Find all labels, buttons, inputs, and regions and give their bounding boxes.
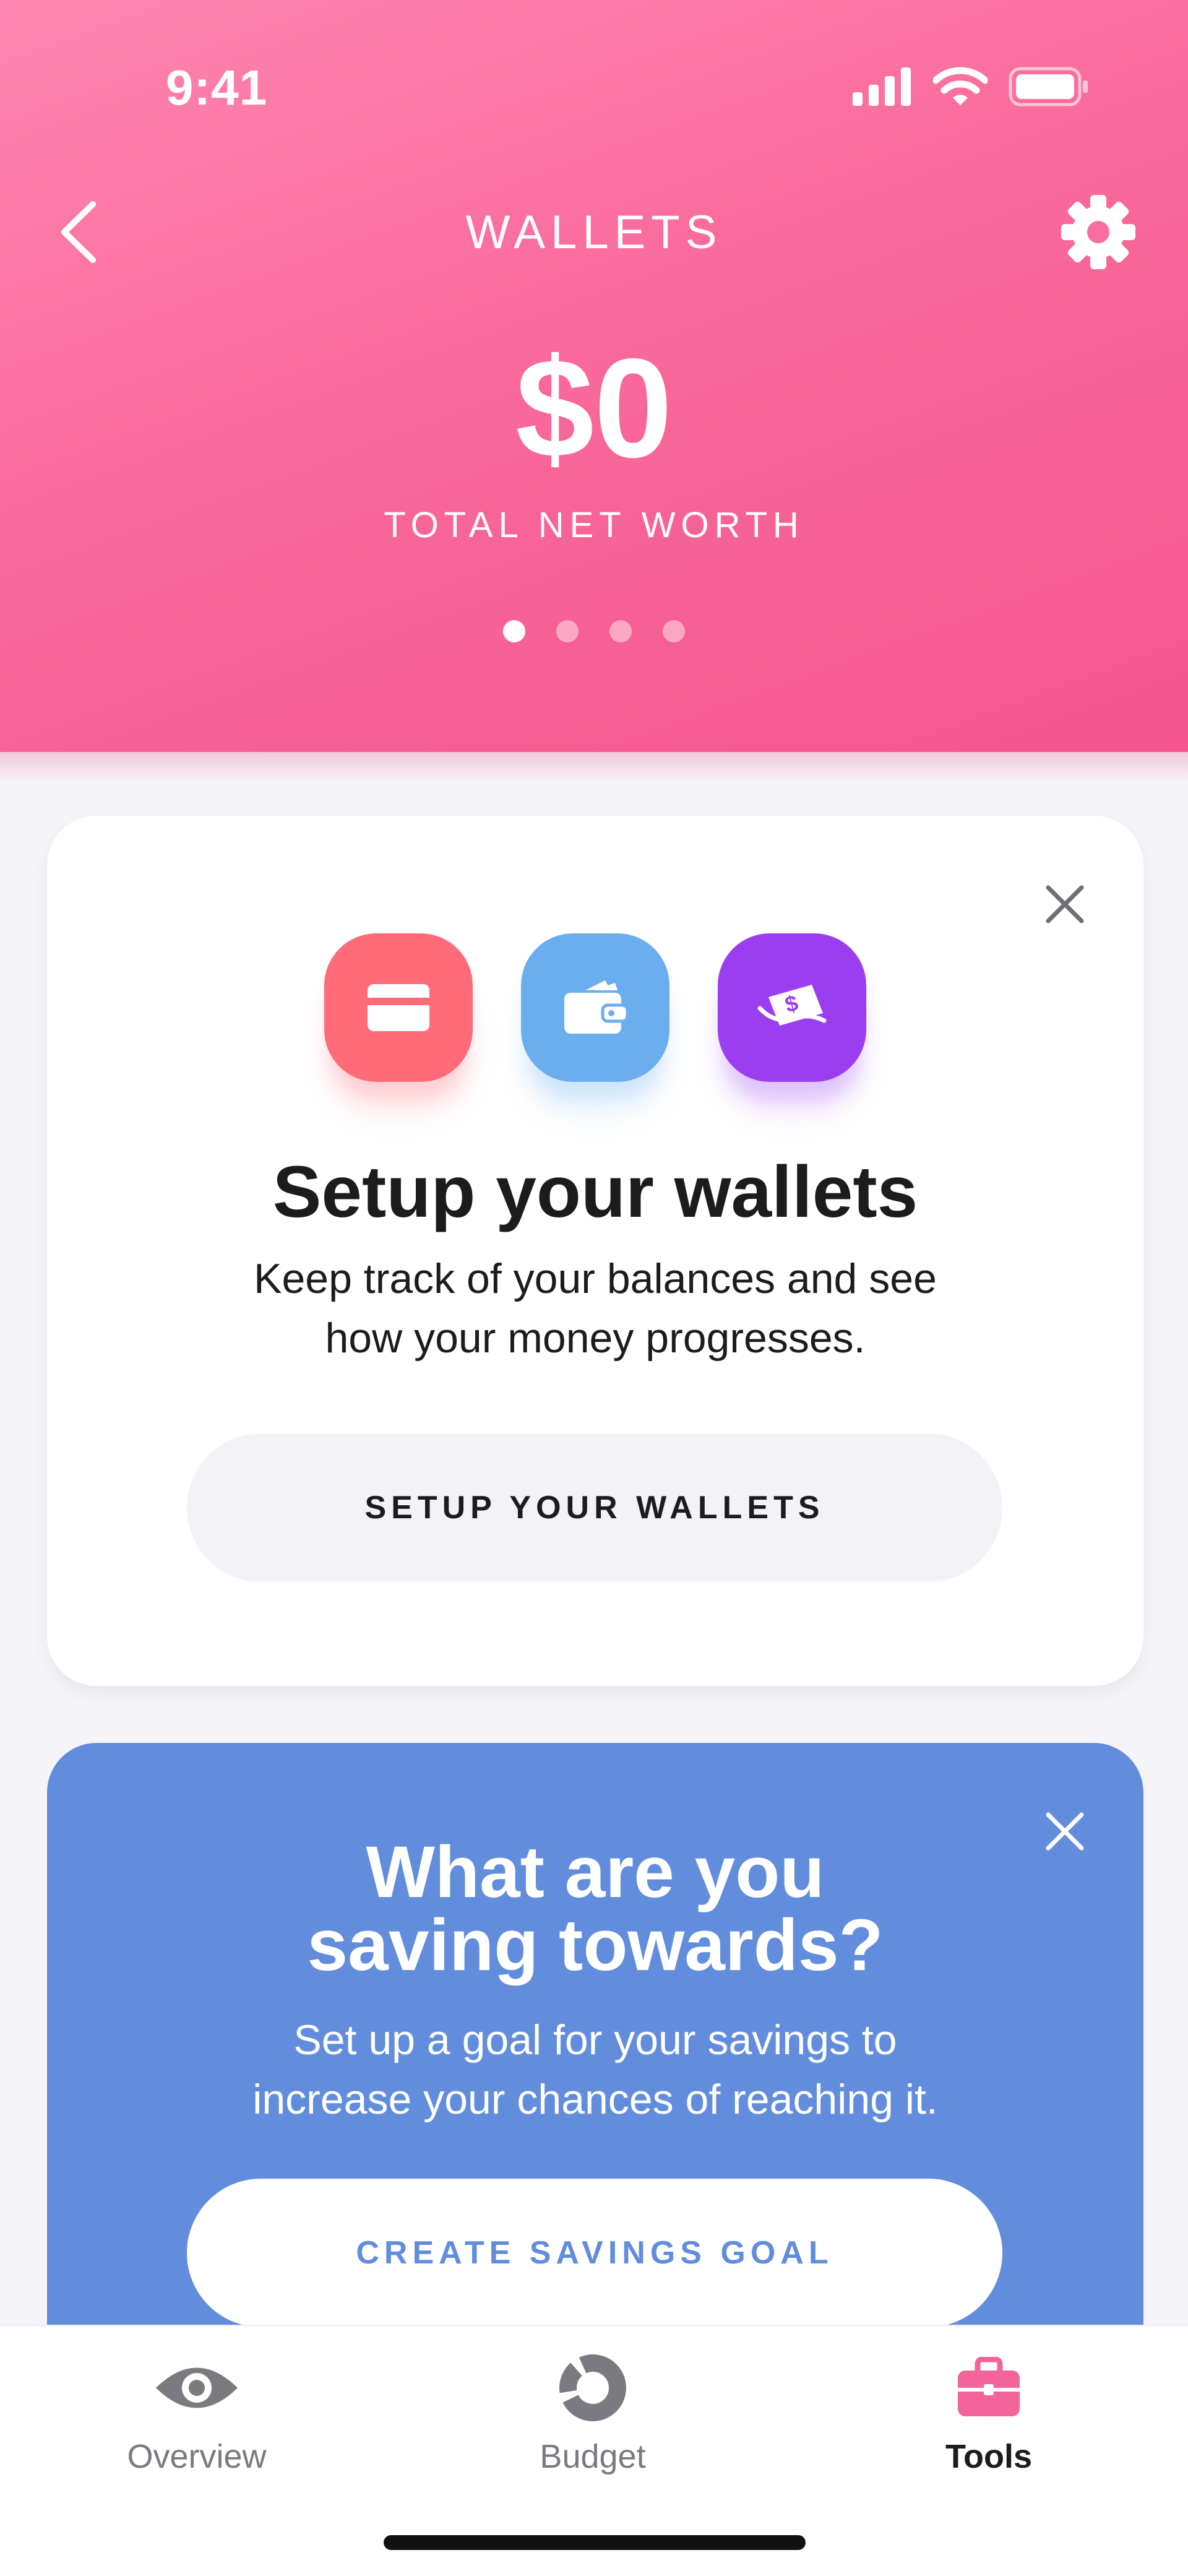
wallet-type-icons: $	[47, 933, 1143, 1082]
tab-bar: Overview Budget Tools	[0, 2325, 1188, 2576]
setup-wallets-card: $ Setup your wallets Keep track of your …	[47, 816, 1143, 1686]
page-title: WALLETS	[465, 206, 723, 259]
credit-card-tile	[324, 933, 473, 1082]
tab-budget-icon-wrap	[557, 2351, 629, 2425]
page-dot-4[interactable]	[663, 620, 685, 642]
home-indicator	[384, 2535, 806, 2550]
savings-card-description-line-1: Set up a goal for your savings to	[293, 2016, 897, 2064]
wallet-icon	[564, 980, 629, 1034]
setup-card-description: Keep track of your balances and see how …	[158, 1249, 1032, 1368]
setup-wallets-button[interactable]: SETUP YOUR WALLETS	[187, 1433, 1002, 1582]
savings-card-title-line-1: What are you	[366, 1831, 825, 1913]
status-time: 9:41	[166, 60, 268, 115]
header-shadow	[0, 752, 1188, 784]
page-indicator	[0, 620, 1188, 642]
money-tile: $	[718, 933, 866, 1082]
wifi-icon	[933, 67, 988, 105]
credit-card-icon	[368, 984, 429, 1031]
savings-card-title-line-2: saving towards?	[307, 1904, 884, 1986]
savings-card-description: Set up a goal for your savings to increa…	[134, 2010, 1057, 2129]
savings-card-description-line-2: increase your chances of reaching it.	[252, 2076, 938, 2123]
briefcase-icon	[958, 2357, 1020, 2416]
close-icon	[1046, 885, 1084, 923]
money-icon: $	[757, 985, 827, 1026]
net-worth-label: TOTAL NET WORTH	[384, 505, 804, 545]
eye-icon	[156, 2367, 238, 2408]
tab-overview-icon-wrap	[153, 2351, 240, 2425]
create-savings-goal-button[interactable]: CREATE SAVINGS GOAL	[187, 2179, 1002, 2327]
gear-icon	[1061, 195, 1135, 269]
tab-overview-label: Overview	[127, 2438, 267, 2475]
battery-icon	[1009, 67, 1088, 106]
tab-overview[interactable]: Overview	[73, 2351, 321, 2499]
tab-tools[interactable]: Tools	[865, 2351, 1113, 2499]
savings-goal-card: What are you saving towards? Set up a go…	[47, 1743, 1143, 2362]
setup-card-title: Setup your wallets	[272, 1151, 918, 1233]
tab-tools-icon-wrap	[957, 2351, 1021, 2425]
page-dot-3[interactable]	[609, 620, 632, 642]
tab-budget-label: Budget	[540, 2438, 646, 2475]
savings-card-title: What are you saving towards?	[47, 1836, 1143, 1982]
header: 9:41 WALLETS $0 TOTAL NET WORTH	[0, 0, 1188, 752]
status-icons	[853, 67, 1089, 106]
setup-card-close-button[interactable]	[1031, 870, 1099, 938]
wallet-tile	[521, 933, 669, 1082]
setup-card-description-line-1: Keep track of your balances and see	[254, 1255, 937, 1302]
cellular-signal-icon	[853, 67, 911, 106]
tab-budget[interactable]: Budget	[469, 2351, 717, 2499]
net-worth-value: $0	[515, 330, 673, 487]
page-dot-2[interactable]	[556, 620, 579, 642]
settings-button[interactable]	[1058, 192, 1138, 272]
donut-chart-icon	[559, 2354, 626, 2421]
setup-card-description-line-2: how your money progresses.	[325, 1315, 866, 1362]
tab-tools-label: Tools	[945, 2438, 1032, 2475]
page-dot-1[interactable]	[503, 620, 525, 642]
